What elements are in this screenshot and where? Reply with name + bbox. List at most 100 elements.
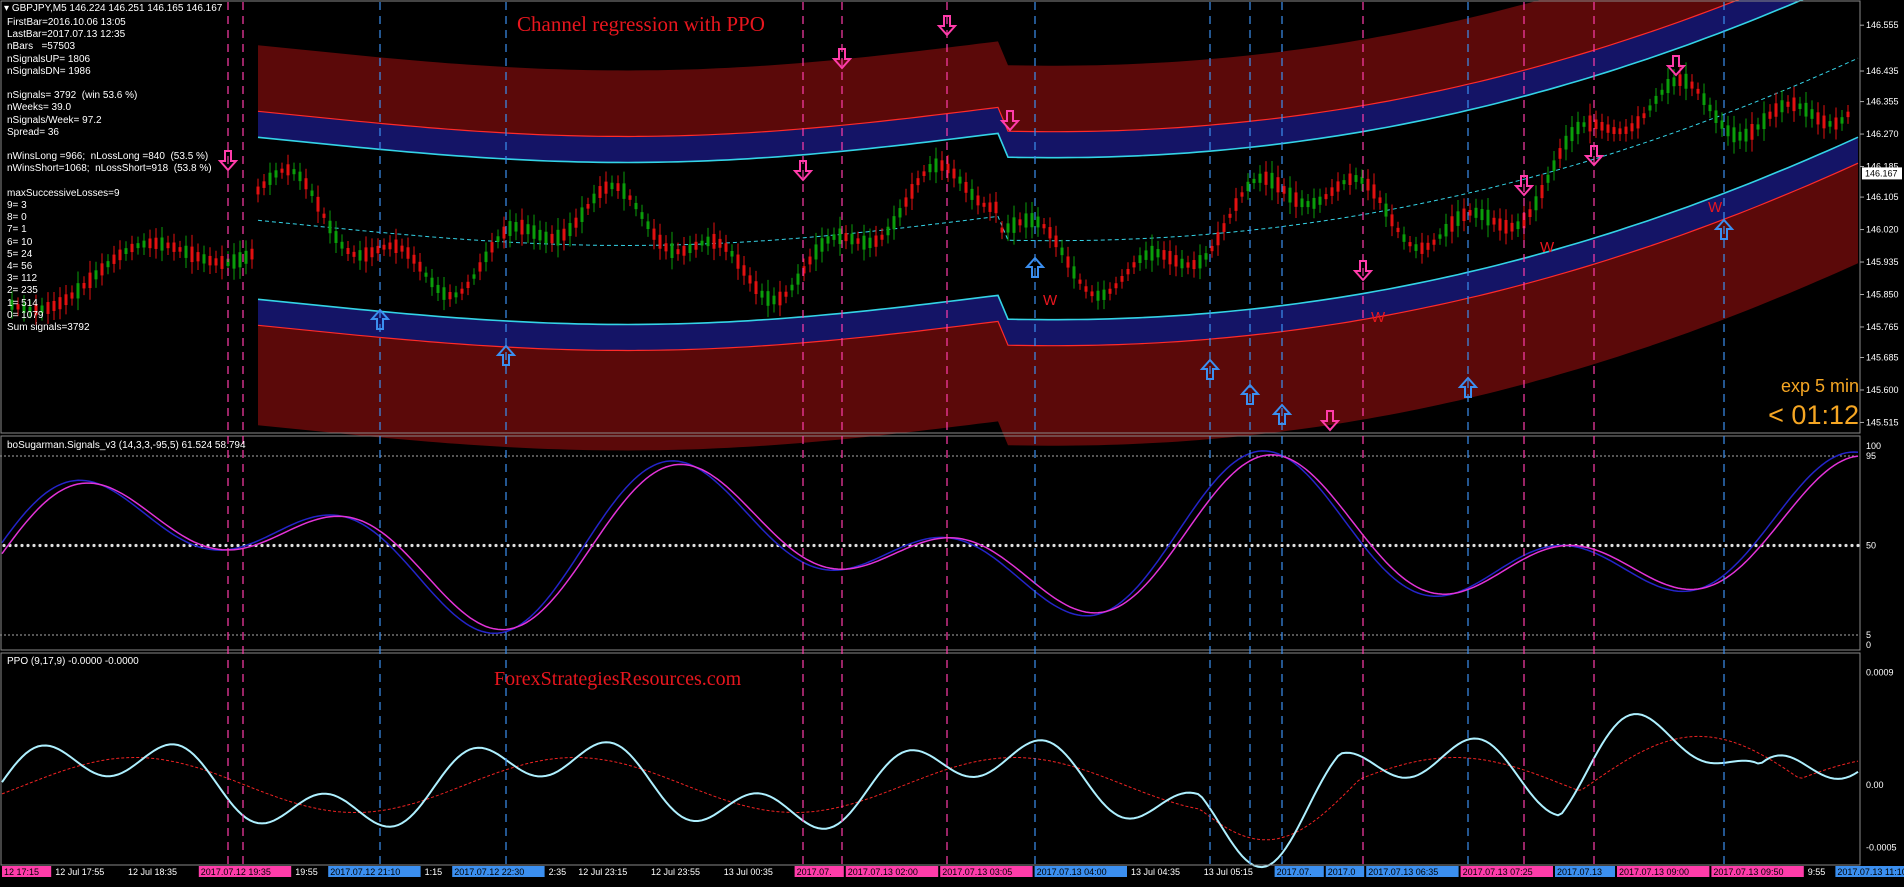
candle-body <box>1810 109 1814 119</box>
osc-midline-dot <box>1448 543 1452 548</box>
osc-midline-dot <box>338 543 342 548</box>
ppo-pane[interactable] <box>1 713 1859 869</box>
candle-body <box>1396 227 1400 233</box>
sugarman-oscillator-pane[interactable] <box>0 450 1860 636</box>
osc-midline-dot <box>458 543 462 548</box>
osc-midline-dot <box>1778 543 1782 548</box>
candle-body <box>484 251 488 263</box>
candle-body <box>1378 197 1382 203</box>
osc-midline-dot <box>1394 543 1398 548</box>
stat-line: LastBar=2017.07.13 12:35 <box>7 29 126 41</box>
stat-line: Sum signals=3792 <box>7 322 90 334</box>
candle-body <box>820 238 824 252</box>
candle-body <box>1684 73 1688 89</box>
candle-body <box>1366 178 1370 191</box>
osc-midline-dot <box>1124 543 1128 548</box>
candle-body <box>412 254 416 264</box>
candle-body <box>340 241 344 249</box>
osc-midline-dot <box>698 543 702 548</box>
osc-midline-dot <box>896 543 900 548</box>
osc-midline-dot <box>608 543 612 548</box>
candle-body <box>274 170 278 178</box>
osc-midline-dot <box>1154 543 1158 548</box>
osc-midline-dot <box>1676 543 1680 548</box>
osc-midline-dot <box>296 543 300 548</box>
osc-midline-dot <box>620 543 624 548</box>
candle-body <box>1372 184 1376 199</box>
osc-midline-dot <box>842 543 846 548</box>
osc-midline-dot <box>470 543 474 548</box>
candle-body <box>1678 74 1682 86</box>
osc-midline-dot <box>1454 543 1458 548</box>
osc-midline-dot <box>374 543 378 548</box>
osc-midline-dot <box>176 543 180 548</box>
time-axis-label: 12 Jul 23:55 <box>651 867 700 877</box>
osc-midline-dot <box>1538 543 1542 548</box>
time-axis-label: 2017.07. <box>1277 867 1312 877</box>
candle-body <box>1246 181 1250 192</box>
osc-midline-dot <box>182 543 186 548</box>
osc-midline-dot <box>1796 543 1800 548</box>
osc-midline-dot <box>1772 543 1776 548</box>
price-pane[interactable]: W W W W <box>10 0 1859 451</box>
candle-body <box>1798 103 1802 109</box>
candle-body <box>1300 198 1304 208</box>
osc-midline-dot <box>1286 543 1290 548</box>
osc-midline-dot <box>728 543 732 548</box>
candle-body <box>1762 113 1766 130</box>
osc-midline-dot <box>1028 543 1032 548</box>
osc-midline-dot <box>1292 543 1296 548</box>
osc-midline-dot <box>1742 543 1746 548</box>
osc-midline-dot <box>434 543 438 548</box>
osc-midline-dot <box>1766 543 1770 548</box>
candle-body <box>916 178 920 186</box>
symbol-bar[interactable]: ▾ GBPJPY,M5 146.224 146.251 146.165 146.… <box>4 3 222 14</box>
stat-line: maxSuccessiveLosses=9 <box>7 187 120 199</box>
osc-midline-dot <box>1256 543 1260 548</box>
candle-body <box>940 160 944 171</box>
osc-midline-dot <box>644 543 648 548</box>
price-axis-label: 146.435 <box>1866 66 1899 76</box>
osc-midline-dot <box>1670 543 1674 548</box>
candle-body <box>1606 124 1610 133</box>
candle-body <box>1804 102 1808 117</box>
osc-midline-dot <box>314 543 318 548</box>
candle-body <box>1048 227 1052 239</box>
osc-midline-dot <box>614 543 618 548</box>
candle-body <box>1060 247 1064 256</box>
sell-arrow-icon <box>1665 55 1687 77</box>
osc-midline-dot <box>1526 543 1530 548</box>
osc-midline-dot <box>32 543 36 548</box>
candle-body <box>394 239 398 254</box>
stat-line: 9= 3 <box>7 200 27 212</box>
osc-midline-dot <box>1106 543 1110 548</box>
sugarman-indicator-label: boSugarman.Signals_v3 (14,3,3,-95,5) 61.… <box>7 440 246 451</box>
osc-midline-dot <box>1466 543 1470 548</box>
candle-body <box>742 265 746 276</box>
osc-midline-dot <box>686 543 690 548</box>
candle-body <box>772 295 776 305</box>
candle-body <box>1792 97 1796 112</box>
stat-line: Spread= 36 <box>7 126 59 138</box>
osc-midline-dot <box>1832 543 1836 548</box>
osc-midline-dot <box>596 543 600 548</box>
trading-chart[interactable]: WWWW 146.555146.435146.355146.270146.185… <box>0 0 1904 887</box>
chevron-down-icon[interactable]: ▾ <box>4 3 9 14</box>
ppo-axis-label: 0.00 <box>1866 780 1884 790</box>
candle-body <box>1066 256 1070 268</box>
candle-body <box>490 242 494 253</box>
osc-midline-dot <box>1652 543 1656 548</box>
osc-midline-dot <box>1502 543 1506 548</box>
osc-midline-dot <box>1688 543 1692 548</box>
candle-body <box>388 242 392 250</box>
candle-body <box>238 252 242 268</box>
candle-body <box>808 256 812 265</box>
candle-body <box>1228 213 1232 218</box>
osc-midline-dot <box>1208 543 1212 548</box>
osc-midline-dot <box>1478 543 1482 548</box>
time-axis-label: 13 Jul 04:35 <box>1131 867 1180 877</box>
candle-body <box>514 222 518 232</box>
osc-midline-dot <box>950 543 954 548</box>
candle-body <box>862 235 866 250</box>
osc-midline-dot <box>1706 543 1710 548</box>
